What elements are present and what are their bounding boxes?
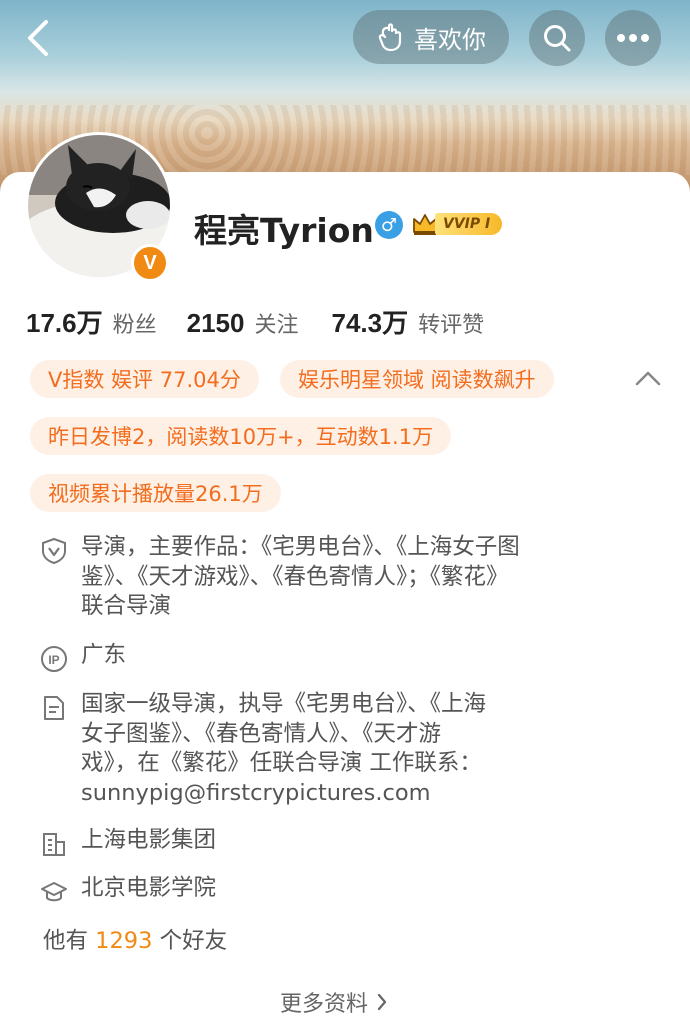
graduation-cap-icon — [41, 882, 67, 902]
more-info-button[interactable]: 更多资料 — [280, 986, 388, 1018]
stat-reposts-comments-likes[interactable]: 74.3万 转评赞 — [331, 303, 484, 340]
bio-line-3: 戏》，在《繁花》任联合导演 工作联系： — [81, 750, 482, 776]
info-bio: 国家一级导演，执导《宅男电台》、《上海 女子图鉴》、《春色寄情人》、《天才游 戏… — [40, 690, 486, 808]
stat-label: 粉丝 — [112, 313, 157, 338]
bio-line-1: 国家一级导演，执导《宅男电台》、《上海 — [81, 691, 487, 717]
hand-heart-icon — [378, 23, 402, 52]
info-ip: IP 广东 — [40, 641, 126, 673]
shield-v-icon — [42, 537, 66, 565]
stat-following[interactable]: 2150 关注 — [187, 307, 299, 339]
stat-label: 关注 — [254, 313, 299, 338]
chevron-left-icon — [28, 20, 48, 56]
stat-followers[interactable]: 17.6万 粉丝 — [26, 303, 157, 340]
verification-line-3: 联合导演 — [81, 593, 172, 619]
info-company: 上海电影集团 — [40, 826, 216, 858]
friends-number: 1293 — [95, 928, 153, 954]
friends-suffix: 个好友 — [159, 928, 228, 954]
more-button[interactable] — [605, 10, 661, 66]
bio-line-2: 女子图鉴》、《春色寄情人》、《天才游 — [81, 720, 442, 747]
search-button[interactable] — [529, 10, 585, 66]
like-you-button[interactable]: 喜欢你 — [353, 10, 509, 64]
ip-location-icon: IP — [41, 646, 67, 672]
school-text: 北京电影学院 — [81, 875, 217, 901]
tag-v-index[interactable]: V指数 娱评 77.04分 — [30, 360, 259, 398]
verification-line-1: 导演，主要作品：《宅男电台》、《上海女子图 — [81, 534, 520, 560]
stat-number: 74.3万 — [331, 308, 409, 338]
tag-domain[interactable]: 娱乐明星领域 阅读数飙升 — [280, 360, 554, 398]
stats-row: 17.6万 粉丝 2150 关注 74.3万 转评赞 — [26, 303, 484, 340]
document-icon — [44, 696, 64, 720]
building-icon — [43, 833, 65, 856]
verified-badge: V — [131, 244, 169, 282]
profile-name: 程亮Tyrion — [194, 211, 374, 250]
friends-count[interactable]: 他有 1293 个好友 — [43, 923, 227, 955]
info-school: 北京电影学院 — [40, 874, 216, 906]
chevron-up-icon[interactable] — [633, 366, 663, 390]
friends-prefix: 他有 — [43, 928, 89, 954]
male-gender-icon: ♂ — [375, 211, 403, 239]
info-verification: 导演，主要作品：《宅男电台》、《上海女子图 鉴》、《天才游戏》、《春色寄情人》；… — [40, 533, 520, 622]
back-button[interactable] — [18, 14, 58, 62]
stat-label: 转评赞 — [418, 313, 485, 338]
chevron-right-icon — [377, 993, 387, 1011]
tag-yesterday-posts[interactable]: 昨日发博2，阅读数10万+，互动数1.1万 — [30, 417, 452, 455]
stat-number: 17.6万 — [26, 308, 103, 338]
vip-label: VVIP I — [435, 213, 503, 235]
more-dots-icon — [617, 34, 649, 42]
vip-badge[interactable]: VVIP I — [411, 210, 503, 238]
stat-number: 2150 — [186, 308, 245, 338]
svg-text:IP: IP — [48, 653, 59, 667]
search-icon — [544, 25, 571, 52]
tag-video-plays[interactable]: 视频累计播放量26.1万 — [30, 474, 281, 512]
more-info-label: 更多资料 — [280, 992, 369, 1017]
verification-line-2: 鉴》、《天才游戏》、《春色寄情人》；《繁花》 — [81, 563, 509, 590]
company-text: 上海电影集团 — [81, 827, 217, 853]
like-label: 喜欢你 — [414, 25, 486, 54]
ip-location-text: 广东 — [81, 642, 127, 668]
bio-line-4[interactable]: sunnypig@firstcrypictures.com — [81, 779, 486, 809]
